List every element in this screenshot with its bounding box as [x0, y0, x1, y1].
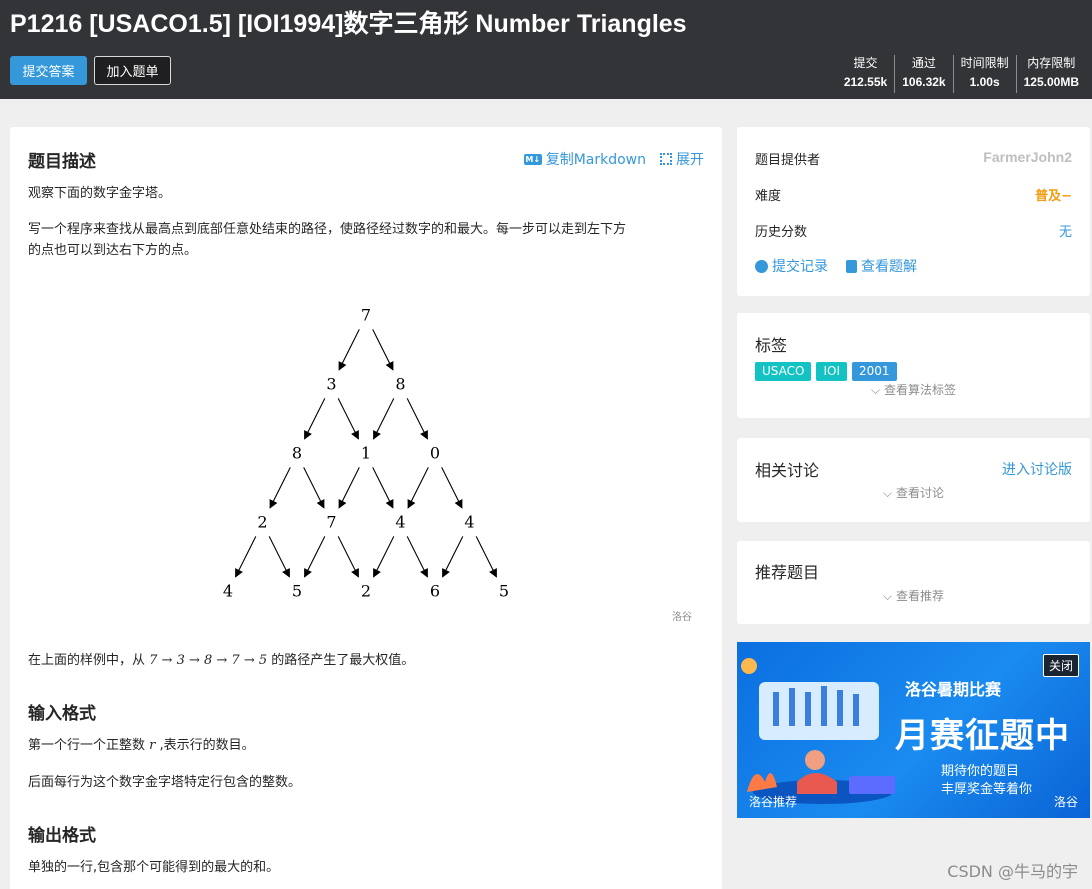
provider-row: 题目提供者 FarmerJohn2: [755, 149, 1072, 168]
triangle-arrow: [269, 467, 291, 509]
triangle-arrow: [337, 398, 359, 440]
triangle-number: 7: [326, 513, 336, 532]
tag-2001[interactable]: 2001: [851, 362, 897, 381]
recommend-card: 推荐题目 ⌵ 查看推荐: [737, 541, 1090, 624]
ad-subtext: 期待你的题目: [941, 764, 1020, 779]
triangle-arrow: [373, 536, 395, 578]
triangle-arrow: [372, 329, 394, 371]
recommend-title: 推荐题目: [755, 563, 820, 582]
tag-ioi[interactable]: IOI: [816, 362, 847, 381]
triangle-arrow: [235, 536, 257, 578]
triangle-number: 3: [326, 375, 336, 394]
triangle-number: 1: [361, 444, 371, 463]
expand-link[interactable]: 展开: [676, 149, 704, 169]
triangle-arrow: [441, 467, 463, 509]
stat-time-limit: 时间限制 1.00s: [952, 55, 1016, 93]
provider-name[interactable]: FarmerJohn2: [983, 149, 1072, 168]
number-triangle-figure: 7 3 8 8 1 0 2 7 4 4 4 5 2 6 5: [223, 306, 509, 601]
stat-memory-limit: 内存限制 125.00MB: [1015, 55, 1086, 93]
triangle-number: 4: [464, 513, 474, 532]
description-text: 写一个程序来查找从最高点到底部任意处结束的路径，使路径经过数字的和最大。每一步可…: [28, 222, 627, 237]
difficulty-value: 普及−: [1035, 189, 1072, 204]
triangle-number: 8: [395, 375, 405, 394]
add-to-list-button[interactable]: 加入题单: [94, 56, 171, 85]
triangle-number: 4: [395, 513, 405, 532]
ad-footer-label: 洛谷推荐: [749, 795, 798, 809]
csdn-watermark: CSDN @牛马的宇: [947, 862, 1078, 881]
submit-answer-button[interactable]: 提交答案: [10, 56, 87, 85]
triangle-number: 5: [499, 582, 509, 601]
output-format-text: 单独的一行,包含那个可能得到的最大的和。: [28, 860, 280, 875]
triangle-number: 5: [292, 582, 302, 601]
triangle-number: 6: [430, 582, 440, 601]
problem-title: P1216 [USACO1.5] [IOI1994]数字三角形 Number T…: [10, 10, 687, 38]
problem-header: P1216 [USACO1.5] [IOI1994]数字三角形 Number T…: [0, 0, 1092, 99]
path-formula: 7 → 3 → 8 → 7 → 5: [149, 653, 268, 668]
history-row: 历史分数 无: [755, 221, 1072, 240]
book-icon: [846, 259, 857, 273]
triangle-number: 4: [223, 582, 233, 601]
ad-subtext: 丰厚奖金等着你: [941, 782, 1033, 797]
submission-records-link[interactable]: 提交记录: [755, 256, 828, 276]
history-score: 无: [1058, 225, 1072, 240]
problem-stats: 提交 212.55k 通过 106.32k 时间限制 1.00s 内存限制 12…: [837, 55, 1086, 93]
triangle-arrow: [304, 536, 326, 578]
triangle-arrow: [337, 536, 359, 578]
description-title: 题目描述: [28, 152, 96, 172]
contest-ad-banner[interactable]: 关闭 洛谷暑期比赛 月赛征题中 期待你的题目 丰厚奖金等着你 洛谷推荐 洛谷: [737, 642, 1090, 818]
ad-main-text: 月赛征题中: [895, 716, 1070, 756]
show-algorithm-tags-link[interactable]: ⌵ 查看算法标签: [737, 381, 1090, 398]
discussion-title: 相关讨论: [755, 461, 820, 480]
triangle-number: 8: [292, 444, 302, 463]
problem-card: 题目描述 M↓ 复制Markdown 展开 观察下面的数字金字塔。 写一个程序来…: [10, 127, 722, 889]
description-text: 观察下面的数字金字塔。: [28, 186, 172, 201]
input-format-text: 第一个行一个正整数 r ,表示行的数目。: [28, 738, 255, 753]
max-path-text: 在上面的样例中，从 7 → 3 → 8 → 7 → 5 的路径产生了最大权值。: [28, 653, 415, 668]
triangle-arrow: [338, 329, 360, 371]
difficulty-row: 难度 普及−: [755, 185, 1072, 204]
show-discussion-link[interactable]: ⌵ 查看讨论: [737, 484, 1090, 501]
input-format-text: 后面每行为这个数字金字塔特定行包含的整数。: [28, 775, 302, 790]
triangle-number: 7: [361, 306, 371, 325]
ad-brand: 洛谷: [1053, 795, 1078, 809]
view-solutions-link[interactable]: 查看题解: [846, 256, 917, 276]
triangle-arrow: [303, 467, 325, 509]
show-recommend-link[interactable]: ⌵ 查看推荐: [737, 587, 1090, 604]
input-format-title: 输入格式: [28, 704, 96, 724]
stat-submissions: 提交 212.55k: [843, 56, 888, 89]
triangle-arrow: [407, 467, 429, 509]
triangle-arrow: [304, 398, 326, 440]
tag-list: USACO IOI 2001: [755, 362, 897, 381]
tag-usaco[interactable]: USACO: [755, 362, 812, 381]
triangle-number: 2: [361, 582, 371, 601]
description-text: 的点也可以到达右下方的点。: [28, 243, 198, 258]
close-ad-button[interactable]: 关闭: [1042, 654, 1079, 677]
copy-markdown-link[interactable]: M↓ 复制Markdown 展开: [523, 149, 704, 169]
triangle-arrow: [372, 467, 394, 509]
triangle-arrow: [442, 536, 464, 578]
tags-card: 标签 USACO IOI 2001 ⌵ 查看算法标签: [737, 313, 1090, 418]
triangle-arrow: [406, 536, 428, 578]
markdown-icon: M↓: [523, 153, 542, 165]
triangle-arrow: [373, 398, 395, 440]
stat-accepted: 通过 106.32k: [894, 55, 952, 93]
discussion-card: 相关讨论 进入讨论版 ⌵ 查看讨论: [737, 438, 1090, 522]
triangle-arrow: [406, 398, 428, 440]
ad-headline: 洛谷暑期比赛: [905, 680, 1002, 699]
triangle-number: 0: [430, 444, 440, 463]
enter-discussion-link[interactable]: 进入讨论版: [1002, 459, 1072, 479]
triangle-arrow: [268, 536, 290, 578]
expand-icon: [660, 153, 672, 165]
triangle-arrow: [338, 467, 360, 509]
figure-watermark: 洛谷: [672, 612, 692, 623]
problem-info-card: 题目提供者 FarmerJohn2 难度 普及− 历史分数 无 提交记录 查看题…: [737, 127, 1090, 296]
triangle-number: 2: [257, 513, 267, 532]
triangle-arrow: [475, 536, 497, 578]
tags-title: 标签: [755, 336, 788, 355]
output-format-title: 输出格式: [28, 826, 96, 846]
pie-chart-icon: [755, 259, 768, 273]
